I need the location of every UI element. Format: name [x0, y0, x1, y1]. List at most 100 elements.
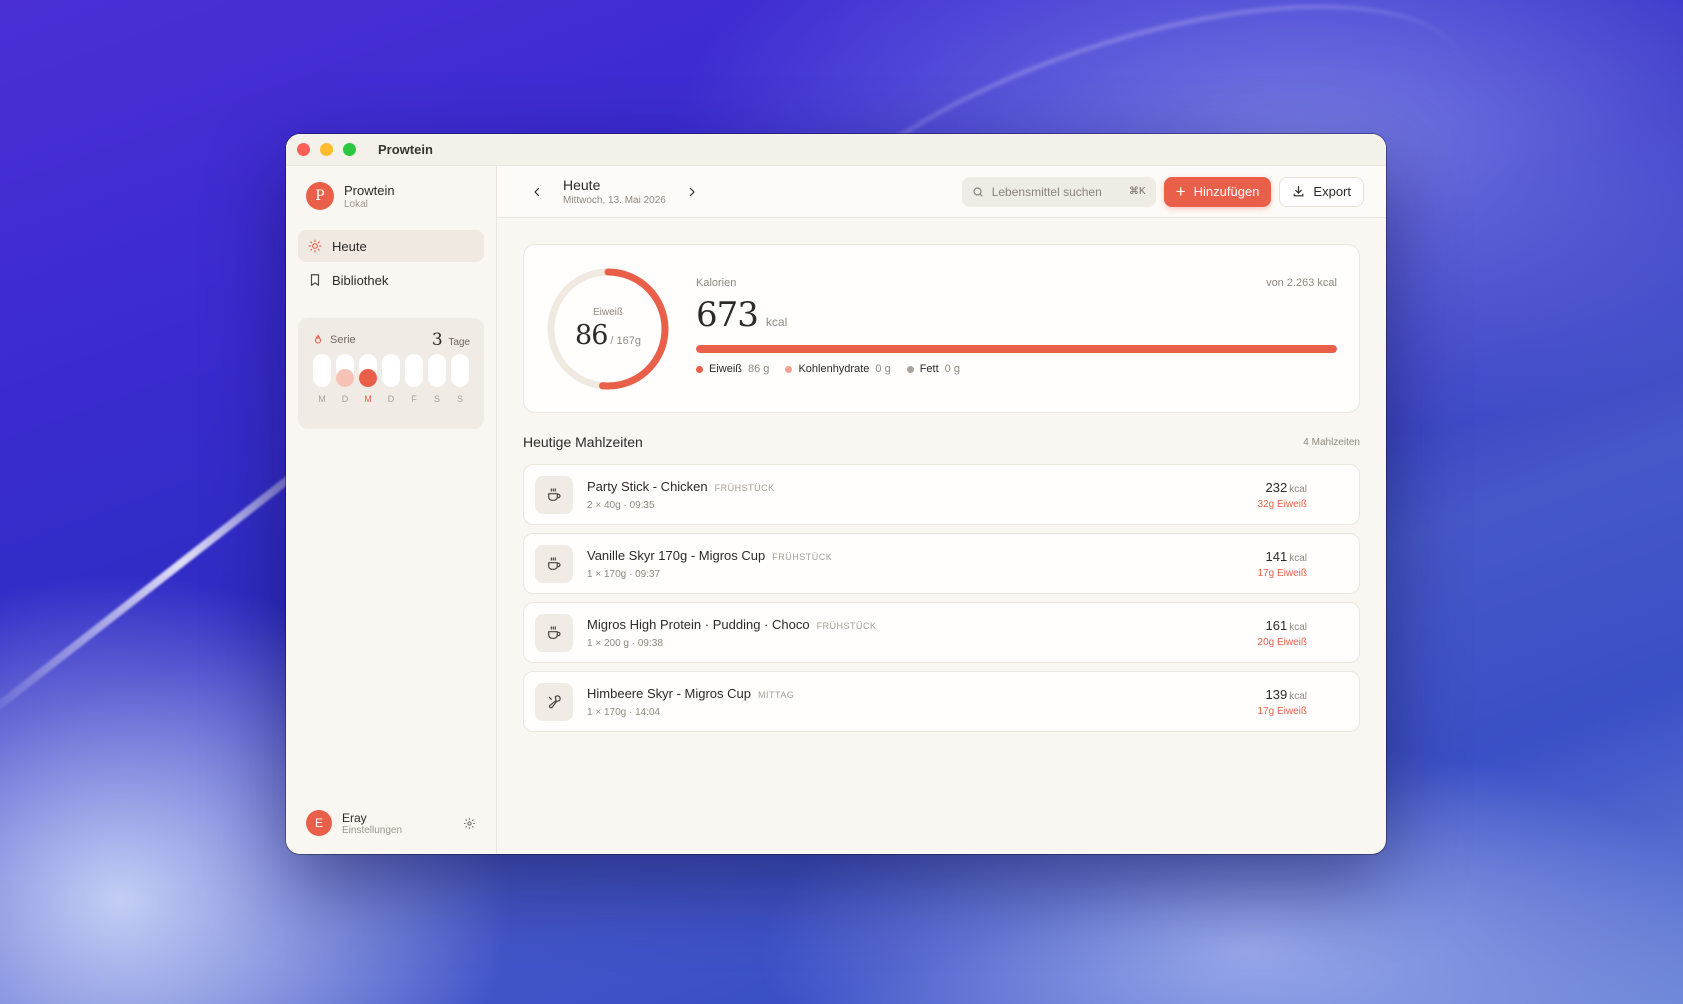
sidebar: P Prowtein Lokal Heute Bibliothek Serie	[286, 166, 497, 854]
meal-protein: 17g Eiweiß	[1257, 567, 1307, 579]
streak-day-bar	[382, 354, 400, 387]
meal-detail: 2 × 40g · 09:35	[587, 500, 655, 511]
calories-progress-fill	[696, 345, 1337, 353]
streak-days: MDMDFSS	[312, 354, 470, 404]
macro-legend-item: Fett 0 g	[906, 363, 960, 375]
minimize-window-button[interactable]	[320, 143, 333, 156]
search-input[interactable]: Lebensmittel suchen ⌘K	[961, 176, 1156, 207]
brand: P Prowtein Lokal	[286, 166, 496, 210]
coffee-icon	[535, 544, 573, 583]
next-day-button[interactable]	[682, 182, 702, 202]
streak-day-bar	[451, 354, 469, 387]
meal-protein: 32g Eiweiß	[1257, 498, 1307, 510]
search-placeholder: Lebensmittel suchen	[991, 184, 1102, 199]
streak-day-label: F	[411, 394, 417, 404]
streak-day-bar	[428, 354, 446, 387]
streak-day-bar	[405, 354, 423, 387]
coffee-icon	[535, 613, 573, 652]
meal-kcal: 161	[1265, 617, 1288, 633]
utensils-icon	[535, 682, 573, 721]
meal-detail: 1 × 170g · 14:04	[587, 707, 661, 718]
macro-value: 0 g	[875, 363, 891, 375]
meal-type-tag: FRÜHSTÜCK	[714, 483, 775, 493]
chevron-left-icon	[534, 187, 540, 196]
user-profile[interactable]: E Eray Einstellungen	[306, 810, 476, 836]
flame-icon	[314, 334, 322, 344]
calories-goal: von 2.263 kcal	[1266, 277, 1337, 289]
meal-row[interactable]: Migros High Protein · Pudding · Choco FRÜ…	[523, 602, 1360, 663]
macro-value: 0 g	[944, 363, 960, 375]
protein-label: Eiweiß	[592, 307, 623, 318]
streak-unit: Tage	[448, 337, 470, 348]
meal-kcal: 232	[1265, 479, 1288, 495]
sidebar-item-bibliothek[interactable]: Bibliothek	[298, 264, 484, 296]
topbar: Heute Mittwoch, 13. Mai 2026 Lebensmitte…	[497, 166, 1386, 218]
meal-row[interactable]: Himbeere Skyr - Migros Cup MITTAG 1 × 170g…	[523, 671, 1360, 732]
meal-protein: 20g Eiweiß	[1257, 636, 1307, 648]
meal-name: Party Stick - Chicken	[587, 479, 708, 494]
user-name: Eray	[342, 810, 367, 825]
streak-day-label: S	[456, 394, 463, 404]
streak-day-label: M	[364, 394, 372, 404]
calories-value: 673	[696, 295, 759, 335]
meal-row[interactable]: Party Stick - Chicken FRÜHSTÜCK 2 × 40g · …	[523, 464, 1360, 525]
macro-dot	[906, 365, 914, 373]
app-window: Prowtein P Prowtein Lokal Heute Biblioth…	[286, 134, 1386, 854]
streak-label: Serie	[330, 334, 356, 346]
meals-count: 4 Mahlzeiten	[1303, 436, 1360, 448]
streak-day-label: S	[433, 394, 440, 404]
meals-section-header: Heutige Mahlzeiten 4 Mahlzeiten	[523, 434, 1360, 450]
macro-label: Fett	[919, 363, 939, 375]
macro-legend-item: Eiweiß 86 g	[696, 363, 769, 375]
streak-day: D	[382, 354, 400, 404]
streak-day: M	[313, 354, 331, 404]
sidebar-item-heute[interactable]: Heute	[298, 230, 484, 262]
streak-day-bar	[359, 354, 377, 387]
zoom-window-button[interactable]	[343, 143, 356, 156]
protein-goal: / 167g	[610, 335, 641, 347]
protein-ring: Eiweiß 86/ 167g	[546, 267, 670, 391]
user-settings-link[interactable]: Einstellungen	[342, 825, 463, 836]
meal-row[interactable]: Vanille Skyr 170g - Migros Cup FRÜHSTÜCK 1…	[523, 533, 1360, 594]
search-icon	[973, 186, 983, 197]
sun-icon	[308, 239, 322, 253]
macro-legend-item: Kohlenhydrate 0 g	[785, 363, 891, 375]
meal-detail: 1 × 170g · 09:37	[587, 569, 661, 580]
protein-value: 86	[575, 320, 608, 351]
add-food-button[interactable]: + Hinzufügen	[1163, 176, 1272, 207]
streak-day-label: M	[318, 394, 326, 404]
streak-day: M	[359, 354, 377, 404]
meal-protein: 17g Eiweiß	[1257, 705, 1307, 717]
meals-list: Party Stick - Chicken FRÜHSTÜCK 2 × 40g · …	[523, 464, 1360, 740]
meal-name: Migros High Protein · Pudding · Choco	[587, 617, 810, 632]
macro-dot	[696, 365, 703, 373]
meal-kcal: 141	[1265, 548, 1288, 564]
streak-day-bar	[336, 354, 354, 387]
export-label: Export	[1313, 184, 1351, 199]
sidebar-item-label: Heute	[332, 238, 367, 254]
chevron-right-icon	[689, 187, 695, 196]
window-title: Prowtein	[378, 142, 433, 157]
streak-day: D	[336, 354, 354, 404]
macro-value: 86 g	[748, 363, 770, 375]
daily-summary-card: Eiweiß 86/ 167g Kalorien von 2.263 kcal …	[523, 244, 1360, 413]
close-window-button[interactable]	[297, 143, 310, 156]
calories-unit: kcal	[765, 315, 788, 329]
streak-card: Serie 3 Tage M D M D F S S	[298, 318, 484, 429]
meal-detail: 1 × 200 g · 09:38	[587, 638, 663, 649]
add-food-label: Hinzufügen	[1193, 184, 1260, 199]
main-content: Heute Mittwoch, 13. Mai 2026 Lebensmitte…	[497, 166, 1386, 854]
calories-panel: Kalorien von 2.263 kcal 673 kcal Eiweiß 8…	[696, 277, 1337, 375]
brand-subtitle: Lokal	[344, 198, 368, 210]
streak-day: F	[405, 354, 423, 404]
gear-icon[interactable]	[463, 817, 476, 830]
streak-day-label: D	[387, 394, 395, 404]
streak-day-bar	[313, 354, 331, 387]
sidebar-nav: Heute Bibliothek	[286, 230, 496, 296]
export-button[interactable]: Export	[1279, 176, 1364, 207]
previous-day-button[interactable]	[527, 182, 547, 202]
meal-kcal-unit: kcal	[1289, 690, 1307, 702]
streak-count: 3	[431, 330, 443, 350]
meals-section-title: Heutige Mahlzeiten	[523, 434, 643, 450]
calories-progress-bar	[696, 345, 1337, 353]
